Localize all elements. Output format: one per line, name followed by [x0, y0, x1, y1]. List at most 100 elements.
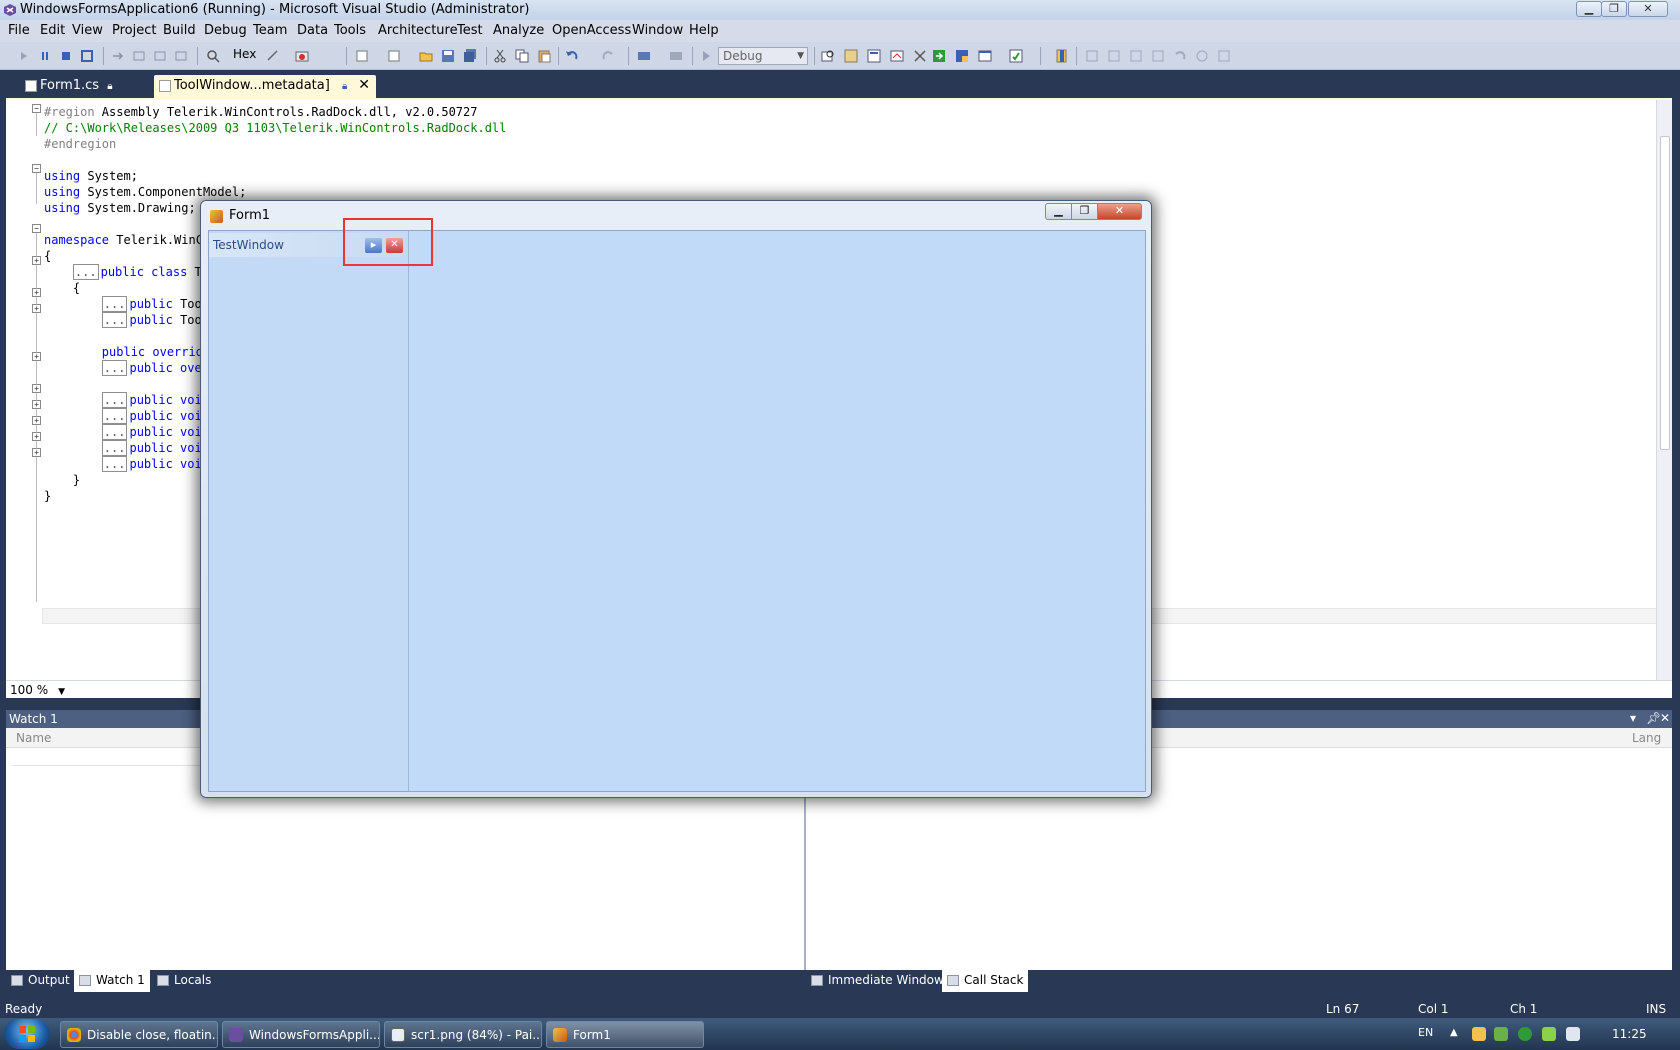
refactor-icon[interactable]: [1216, 48, 1232, 64]
copy-icon[interactable]: [514, 48, 530, 64]
collapsed-block-marker[interactable]: ...: [101, 360, 128, 376]
tab-call-stack[interactable]: Call Stack: [942, 970, 1028, 992]
collapsed-block-marker[interactable]: ...: [101, 408, 128, 424]
taskbar-item-form1[interactable]: Form1: [546, 1021, 704, 1048]
collapsed-block-marker[interactable]: ...: [101, 440, 128, 456]
expand-region-icon[interactable]: +: [32, 384, 41, 393]
tray-expand-icon[interactable]: ▲: [1450, 1027, 1458, 1038]
new-project-icon[interactable]: [354, 48, 370, 64]
form1-window[interactable]: Form1 ▁ ❐ ✕ TestWindow ▸ ✕: [200, 200, 1152, 798]
tab-form1-cs[interactable]: Form1.cs 🔒︎: [20, 75, 148, 98]
close-icon[interactable]: ✕: [1660, 711, 1670, 725]
solution-explorer-icon[interactable]: [843, 48, 859, 64]
menu-view[interactable]: View: [72, 23, 103, 38]
start-button[interactable]: [4, 1019, 50, 1049]
expand-region-icon[interactable]: +: [32, 304, 41, 313]
collapsed-block-marker[interactable]: ...: [101, 296, 128, 312]
collapse-region-icon[interactable]: −: [32, 224, 41, 233]
collapsed-block-marker[interactable]: ...: [101, 424, 128, 440]
input-language[interactable]: EN: [1418, 1026, 1433, 1039]
menu-data[interactable]: Data: [297, 23, 328, 38]
collapse-region-icon[interactable]: −: [32, 164, 41, 173]
dock-splitter[interactable]: [409, 231, 413, 791]
scrollbar-thumb[interactable]: [1660, 136, 1670, 450]
menu-openaccess[interactable]: OpenAccess: [552, 23, 631, 38]
tab-output[interactable]: Output: [6, 970, 72, 992]
step-over-icon[interactable]: [152, 48, 168, 64]
undo-icon[interactable]: [564, 48, 580, 64]
paste-icon[interactable]: [536, 48, 552, 64]
tray-app-icon[interactable]: [1472, 1027, 1486, 1041]
show-next-statement-icon[interactable]: [110, 48, 126, 64]
step-icon[interactable]: [16, 48, 32, 64]
restart-icon[interactable]: [79, 48, 95, 64]
menu-project[interactable]: Project: [112, 23, 156, 38]
refactor-icon[interactable]: [1084, 48, 1100, 64]
extensions-icon[interactable]: [1008, 48, 1024, 64]
menu-tools[interactable]: Tools: [334, 23, 366, 38]
menu-debug[interactable]: Debug: [204, 23, 247, 38]
expand-region-icon[interactable]: +: [32, 288, 41, 297]
pause-icon[interactable]: [37, 48, 53, 64]
menu-file[interactable]: File: [8, 23, 30, 38]
maximize-button[interactable]: ❐: [1601, 1, 1627, 17]
command-window-icon[interactable]: [977, 48, 993, 64]
navigate-forward-icon[interactable]: [668, 48, 684, 64]
minimize-button[interactable]: ▁: [1576, 1, 1602, 17]
threads-icon[interactable]: [265, 48, 281, 64]
zoom-combo[interactable]: 100 % ▼: [10, 683, 65, 697]
expand-region-icon[interactable]: +: [32, 448, 41, 457]
menu-analyze[interactable]: Analyze: [493, 23, 544, 38]
save-all-icon[interactable]: [462, 48, 478, 64]
solution-configuration-combo[interactable]: Debug ▼: [718, 47, 808, 65]
step-into-icon[interactable]: [131, 48, 147, 64]
form-minimize-button[interactable]: ▁: [1045, 203, 1072, 220]
expand-region-icon[interactable]: +: [32, 352, 41, 361]
chevron-down-icon[interactable]: ▾: [1630, 711, 1636, 725]
collapsed-block-marker[interactable]: ...: [101, 456, 128, 472]
bookmark-icon[interactable]: [1054, 48, 1070, 64]
menu-architecture[interactable]: Architecture: [378, 23, 458, 38]
expand-region-icon[interactable]: +: [32, 416, 41, 425]
redo-icon[interactable]: [600, 48, 616, 64]
find-icon[interactable]: [205, 48, 221, 64]
menu-edit[interactable]: Edit: [40, 23, 65, 38]
menu-window[interactable]: Window: [632, 23, 683, 38]
refactor-icon[interactable]: [1128, 48, 1144, 64]
taskbar-item-visual-studio[interactable]: WindowsFormsAppli...: [222, 1021, 380, 1048]
clock[interactable]: 11:25: [1612, 1027, 1647, 1041]
step-out-icon[interactable]: [173, 48, 189, 64]
tab-immediate-window[interactable]: Immediate Window: [806, 970, 944, 992]
form-maximize-button[interactable]: ❐: [1071, 203, 1098, 220]
refactor-icon[interactable]: [1150, 48, 1166, 64]
object-browser-icon[interactable]: [889, 48, 905, 64]
taskbar-item-browser[interactable]: Disable close, floatin...: [60, 1021, 218, 1048]
close-tab-icon[interactable]: ✕: [358, 77, 370, 93]
save-icon[interactable]: [440, 48, 456, 64]
cut-icon[interactable]: [492, 48, 508, 64]
tray-app-icon[interactable]: [1494, 1027, 1508, 1041]
breakpoints-icon[interactable]: [294, 48, 310, 64]
open-file-icon[interactable]: [418, 48, 434, 64]
tab-watch-1[interactable]: Watch 1: [74, 970, 150, 992]
find-in-files-icon[interactable]: [820, 48, 836, 64]
tray-app-icon[interactable]: [1518, 1027, 1532, 1041]
menu-help[interactable]: Help: [689, 23, 719, 38]
start-page-icon[interactable]: [931, 48, 947, 64]
add-item-icon[interactable]: [386, 48, 402, 64]
expand-region-icon[interactable]: +: [32, 432, 41, 441]
menu-build[interactable]: Build: [163, 23, 196, 38]
navigate-backward-icon[interactable]: [636, 48, 652, 64]
menu-team[interactable]: Team: [253, 23, 287, 38]
collapse-region-icon[interactable]: −: [32, 104, 41, 113]
start-debugging-icon[interactable]: [698, 48, 714, 64]
refactor-icon[interactable]: [1172, 48, 1188, 64]
properties-icon[interactable]: [866, 48, 882, 64]
close-button[interactable]: ✕: [1628, 1, 1668, 17]
volume-icon[interactable]: [1566, 1027, 1580, 1041]
hex-toggle[interactable]: Hex: [233, 47, 256, 61]
refactor-icon[interactable]: [1106, 48, 1122, 64]
expand-region-icon[interactable]: +: [32, 256, 41, 265]
refactor-icon[interactable]: [1194, 48, 1210, 64]
tab-toolwindow-metadata[interactable]: ToolWindow...metadata] 🔒︎ ✕: [154, 75, 376, 98]
